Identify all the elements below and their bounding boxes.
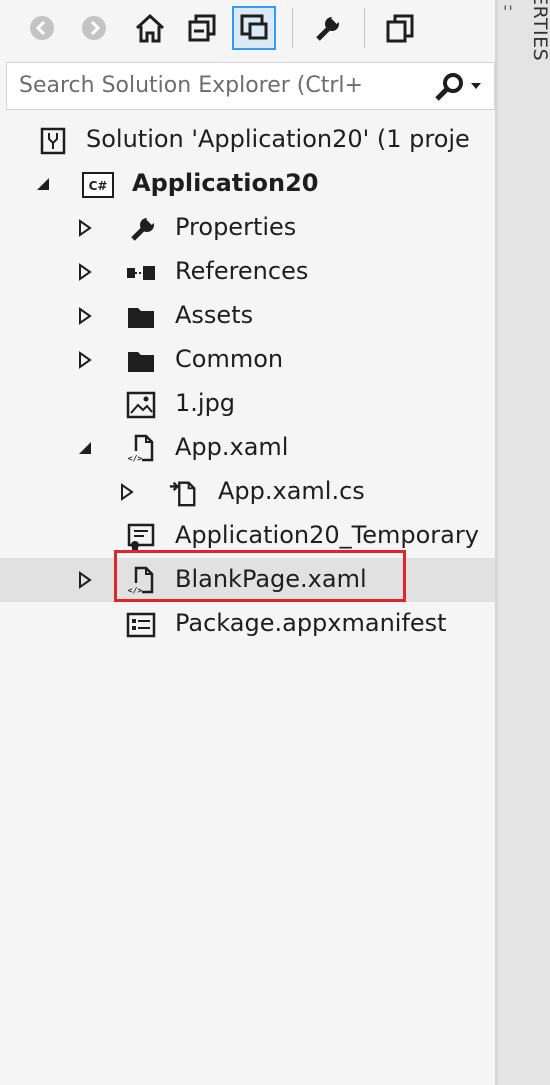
properties-wrench-icon [316,14,341,41]
expand-arrow-icon[interactable] [76,262,94,282]
collapse-all-icon [188,14,216,42]
tree-item-properties[interactable]: Properties [0,206,495,250]
solution-explorer-toolbar [0,0,495,58]
search-options-button[interactable] [431,71,491,103]
back-button[interactable] [20,6,64,50]
tree-item-label: Application20 [132,169,319,197]
wrench-icon [128,214,158,244]
tree-item-label: App.xaml [175,433,289,461]
tree-item-label: 1.jpg [175,389,236,417]
tree-item-label: Assets [175,301,254,329]
tree-item-label: Common [175,345,284,373]
tree-item-package-manifest[interactable]: Package.appxmanifest [0,602,495,646]
csharp-project-icon: C# [82,170,114,200]
tree-item-app-xaml-cs[interactable]: App.xaml.cs [0,470,495,514]
panel-splitter[interactable] [495,0,498,1085]
folder-icon [126,302,156,332]
expand-arrow-icon[interactable] [76,570,94,590]
home-icon [135,13,165,43]
sync-view-icon [240,14,268,40]
search-input[interactable]: Search Solution Explorer (Ctrl+ [19,73,415,98]
expand-arrow-icon[interactable] [76,350,94,370]
properties-side-panel: '' PROPERTIES [495,0,550,1085]
tree-item-assets[interactable]: Assets [0,294,495,338]
panel-menu-glyph[interactable]: '' [503,2,514,21]
properties-tab-label: PROPERTIES [529,0,550,62]
home-button[interactable] [128,6,172,50]
svg-text:</>: </> [128,454,143,463]
search-box[interactable]: Search Solution Explorer (Ctrl+ [6,62,495,110]
show-all-files-button[interactable] [378,6,422,50]
collapse-all-button[interactable] [180,6,224,50]
tree-item-label: Application20_Temporary [175,521,479,549]
search-icon [435,73,481,101]
tree-item-solution[interactable]: Solution 'Application20' (1 proje [0,118,495,162]
toolbar-separator [364,8,365,48]
xaml-file-icon: </> [126,434,156,464]
back-icon [30,16,54,40]
tree-item-1-jpg[interactable]: 1.jpg [0,382,495,426]
tree-item-label: References [175,257,309,285]
collapse-arrow-icon[interactable] [76,438,94,458]
references-icon [126,258,156,288]
properties-button[interactable] [305,6,349,50]
tree-item-label: Properties [175,213,297,241]
show-all-files-icon [386,14,414,43]
expand-arrow-icon[interactable] [118,482,136,502]
collapse-arrow-icon[interactable] [34,174,52,194]
manifest-icon [126,610,156,640]
expand-arrow-icon[interactable] [76,218,94,238]
highlight-annotation [114,550,406,602]
toolbar-separator [292,8,293,48]
cs-file-icon [168,478,198,508]
solution-icon [38,126,68,156]
tree-item-common[interactable]: Common [0,338,495,382]
tree-item-app-xaml[interactable]: </> App.xaml [0,426,495,470]
properties-tab[interactable]: PROPERTIES [527,0,550,130]
tree-item-references[interactable]: References [0,250,495,294]
tree-item-label: Package.appxmanifest [175,609,447,637]
image-icon [126,390,156,420]
certificate-icon [126,522,156,552]
tree-item-label: Solution 'Application20' (1 proje [86,125,470,153]
svg-text:C#: C# [89,179,108,193]
tree-item-project[interactable]: C# Application20 [0,162,495,206]
tree-item-label: App.xaml.cs [218,477,365,505]
forward-icon [82,16,106,40]
sync-view-button[interactable] [232,6,276,50]
expand-arrow-icon[interactable] [76,306,94,326]
forward-button[interactable] [72,6,116,50]
folder-icon [126,346,156,376]
